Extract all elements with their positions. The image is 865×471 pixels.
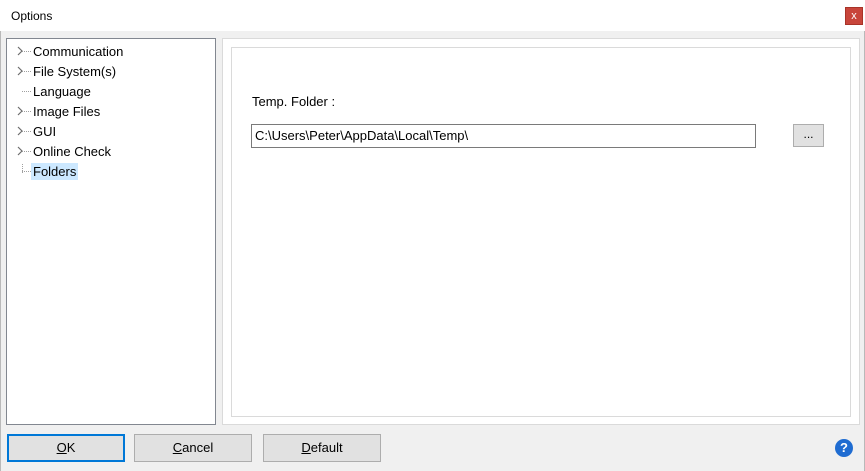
tree-connector — [22, 51, 31, 52]
browse-button[interactable]: ... — [793, 124, 824, 147]
cancel-button[interactable]: Cancel — [134, 434, 252, 462]
default-button[interactable]: Default — [263, 434, 381, 462]
tree-item-label: Language — [33, 84, 91, 99]
close-icon: x — [851, 10, 857, 22]
default-accel: D — [301, 440, 311, 455]
tree-connector — [22, 131, 31, 132]
tree-item-label: File System(s) — [33, 64, 117, 79]
options-tree[interactable]: Communication File System(s) Language Im… — [6, 38, 216, 425]
tree-item-label: Online Check — [33, 144, 112, 159]
tree-item-label: Image Files — [33, 104, 101, 119]
settings-panel-inner: Temp. Folder : C:\Users\Peter\AppData\Lo… — [231, 47, 851, 417]
tree-item-folders[interactable]: Folders — [7, 162, 207, 180]
tree-connector — [22, 91, 31, 92]
tree-item-label: Folders — [31, 163, 79, 180]
title-bar: Options x — [0, 0, 865, 31]
tree-item-label: Communication — [33, 44, 124, 59]
tree-item-file-systems[interactable]: File System(s) — [7, 62, 207, 80]
cancel-accel: C — [172, 440, 183, 455]
tree-connector — [22, 111, 31, 112]
close-button[interactable]: x — [845, 7, 863, 25]
ok-label-rest: K — [66, 440, 76, 455]
window-title: Options — [11, 9, 53, 23]
help-icon[interactable]: ? — [835, 439, 853, 457]
temp-folder-input[interactable]: C:\Users\Peter\AppData\Local\Temp\ — [251, 124, 756, 148]
settings-panel: Temp. Folder : C:\Users\Peter\AppData\Lo… — [222, 38, 860, 425]
default-label-rest: efault — [310, 440, 343, 455]
cancel-label-rest: ancel — [182, 440, 214, 455]
tree-connector — [22, 71, 31, 72]
tree-item-language[interactable]: Language — [7, 82, 207, 100]
tree-item-label: GUI — [33, 124, 57, 139]
tree-item-communication[interactable]: Communication — [7, 42, 207, 60]
tree-item-image-files[interactable]: Image Files — [7, 102, 207, 120]
tree-connector — [22, 171, 31, 172]
ok-button[interactable]: OK — [7, 434, 125, 462]
tree-connector — [22, 151, 31, 152]
tree-item-online-check[interactable]: Online Check — [7, 142, 207, 160]
tree-item-gui[interactable]: GUI — [7, 122, 207, 140]
window-border-left — [0, 0, 1, 471]
temp-folder-label: Temp. Folder : — [252, 94, 336, 109]
ok-accel: O — [56, 440, 67, 455]
